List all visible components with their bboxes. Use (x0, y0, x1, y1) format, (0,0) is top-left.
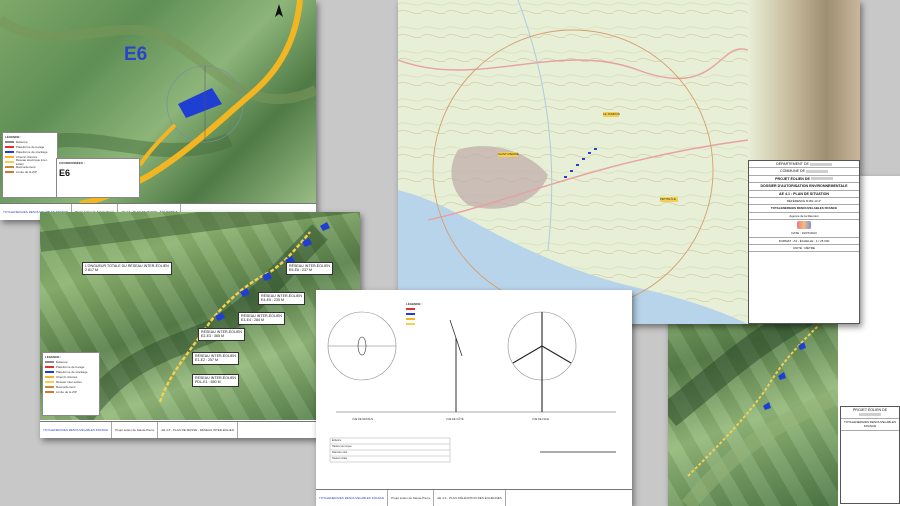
cartouche-projet-label: PROJET ÉOLIEN DE (775, 176, 810, 181)
cartouche-project: PROJET ÉOLIEN DE (841, 407, 899, 419)
coords-label: E6 (59, 168, 71, 178)
footer-company: TOTALENERGIES RENOUVELABLES FRANCE (316, 490, 389, 506)
platform-e6 (178, 88, 222, 118)
redacted-field (809, 162, 832, 166)
cartouche-departement-label: DÉPARTEMENT DE (776, 162, 809, 166)
titleblock-reseau: TOTALENERGIES RENOUVELABLES FRANCE Proje… (40, 421, 360, 438)
view-label: VUE DE DESSUS (352, 418, 374, 421)
footer-project: Projet éolien de Sainte-Pierre (112, 422, 159, 438)
cartouche-agency: Agence de la Réunion (749, 213, 859, 221)
legend-e6: LÉGENDE : Éolienne Plateforme de levage … (2, 132, 58, 198)
footer-doc: AE 4.5 - PLAN DE MASSE - RÉSEAU INTER-ÉO… (158, 422, 238, 438)
table-row-label: Éolienne (332, 439, 342, 442)
cartouche-departement: DÉPARTEMENT DE (749, 161, 859, 169)
turbine-label-e6: E6 (124, 44, 148, 65)
reseau-box-e5-e6: RÉSEAU INTER-ÉOLIEN E5-E6 : 237 M (286, 262, 333, 275)
cartouche-format: FORMAT : A3 - ÉCHELLE : 1 / 25 000 (749, 238, 859, 246)
north-arrow (274, 4, 284, 18)
reseau-box-e3-e4: RÉSEAU INTER-ÉOLIEN E3-E4 : 284 M (238, 312, 285, 325)
sheet-reseau-inter-eolien[interactable]: L'ONGUEUR TOTALE DU RÉSEAU INTER-ÉOLIEN … (40, 212, 360, 438)
table-row-label: Diamètre rotor (332, 451, 348, 454)
coords-title: COORDONNÉES : (59, 161, 85, 165)
cliff-relief (748, 0, 860, 160)
legend-item: Limite de la ZIP (56, 389, 77, 394)
coords-box-e6: COORDONNÉES : E6 (56, 158, 140, 198)
cartouche-reference: RÉFÉRENCE R181-13 2° (749, 198, 859, 206)
footer-company: TOTALENERGIES RENOUVELABLES FRANCE (40, 422, 113, 438)
cartouche-blank (841, 431, 899, 471)
town-label: PETITE ÎLE (660, 197, 676, 201)
legend-item: Plateforme de stockage (56, 369, 88, 374)
legend-item: Plateforme de levage (56, 364, 85, 369)
sheet-elevation-eoliennes[interactable]: VUE DE DESSUS VUE DE FACE VUE DE CÔTÉ Éo… (316, 290, 632, 506)
reseau-box-pdl-e1: RÉSEAU INTER-ÉOLIEN PDL-E1 : 650 M (192, 374, 239, 387)
turbine-table (329, 437, 451, 463)
cartouche-commune: COMMUNE DE (749, 168, 859, 176)
cartouche-date: DATE : 19/07/2023 (749, 230, 859, 238)
cartouche-commune-label: COMMUNE DE (780, 169, 805, 174)
table-row-label: Hauteur de moyeu (332, 445, 352, 448)
legend-item: Raccordement (16, 164, 36, 169)
cartouche-company: TOTALENERGIES RENOUVELABLES FRANCE (749, 205, 859, 213)
legend-item: Éolienne (56, 359, 68, 364)
legend-item: Plateforme de stockage (16, 149, 48, 154)
legend-item: Chemin d'accès (56, 374, 78, 379)
cartouche-dossier: DOSSIER D'AUTORISATION ENVIRONNEMENTALE (749, 183, 859, 191)
cartouche-situation: DÉPARTEMENT DE COMMUNE DE PROJET ÉOLIEN … (748, 160, 860, 324)
legend-reseau: LÉGENDE : Éolienne Plateforme de levage … (42, 352, 100, 416)
view-label: VUE DE CÔTÉ (446, 418, 464, 421)
cartouche-unit: UNITÉ : MÈTRE (749, 245, 859, 253)
reseau-box-e2-e3: RÉSEAU INTER-ÉOLIEN E2-E3 : 365 M (198, 328, 245, 341)
legend-item: Limite de la ZIP (16, 169, 37, 174)
reseau-box-e1-e2: RÉSEAU INTER-ÉOLIEN E1-E2 : 257 M (192, 352, 239, 365)
legend-item: Plateforme de levage (16, 144, 45, 149)
legend-item: Raccordement (56, 384, 76, 389)
sheet-plan-e6[interactable]: E6 LÉGENDE : Éolienne Plateforme de leva… (0, 0, 316, 220)
redacted-field (810, 177, 833, 181)
redacted-field (805, 169, 828, 173)
view-label: VUE DE FACE (532, 418, 550, 421)
footer-project: Projet éolien de Sainte-Pierre (388, 490, 435, 506)
titleblock-turbine: TOTALENERGIES RENOUVELABLES FRANCE Proje… (316, 489, 632, 506)
reseau-box-e4-e5: RÉSEAU INTER-ÉOLIEN E4-E5 : 235 M (258, 292, 305, 305)
town-label: SAINT-PIERRE (498, 152, 519, 156)
turbine-side-view (449, 319, 463, 412)
footer-doc: AE 4.3 - PLAN D'ÉLÉVATION DES ÉOLIENNES (434, 490, 506, 506)
town-label: LE TAMPON (603, 112, 621, 116)
turbine-drawings (327, 311, 616, 463)
legend-turbine: LÉGENDE : (404, 300, 438, 334)
total-length-box: L'ONGUEUR TOTALE DU RÉSEAU INTER-ÉOLIEN … (82, 262, 172, 275)
legend-item: Réseau inter-éolien (56, 379, 83, 384)
cartouche-project-label: PROJET ÉOLIEN DE (852, 408, 888, 412)
cartouche-company: TOTALENERGIES RENOUVELABLES FRANCE (841, 419, 899, 431)
redacted-field (859, 412, 881, 416)
turbine-face-view (512, 312, 572, 412)
cartouche-piece: AE 4.1 : PLAN DE SITUATION (749, 191, 859, 199)
table-row-label: Hauteur totale (332, 457, 348, 460)
legend-item: Éolienne (16, 139, 28, 144)
topo-overlay (398, 0, 749, 324)
cartouche-right: PROJET ÉOLIEN DE TOTALENERGIES RENOUVELA… (840, 406, 900, 504)
company-logo (749, 220, 859, 230)
topo-map: SAINT-PIERRE LE TAMPON PETITE ÎLE (398, 0, 749, 324)
sheet-plan-situation[interactable]: SAINT-PIERRE LE TAMPON PETITE ÎLE DÉPART… (398, 0, 860, 324)
cartouche-projet: PROJET ÉOLIEN DE (749, 176, 859, 184)
